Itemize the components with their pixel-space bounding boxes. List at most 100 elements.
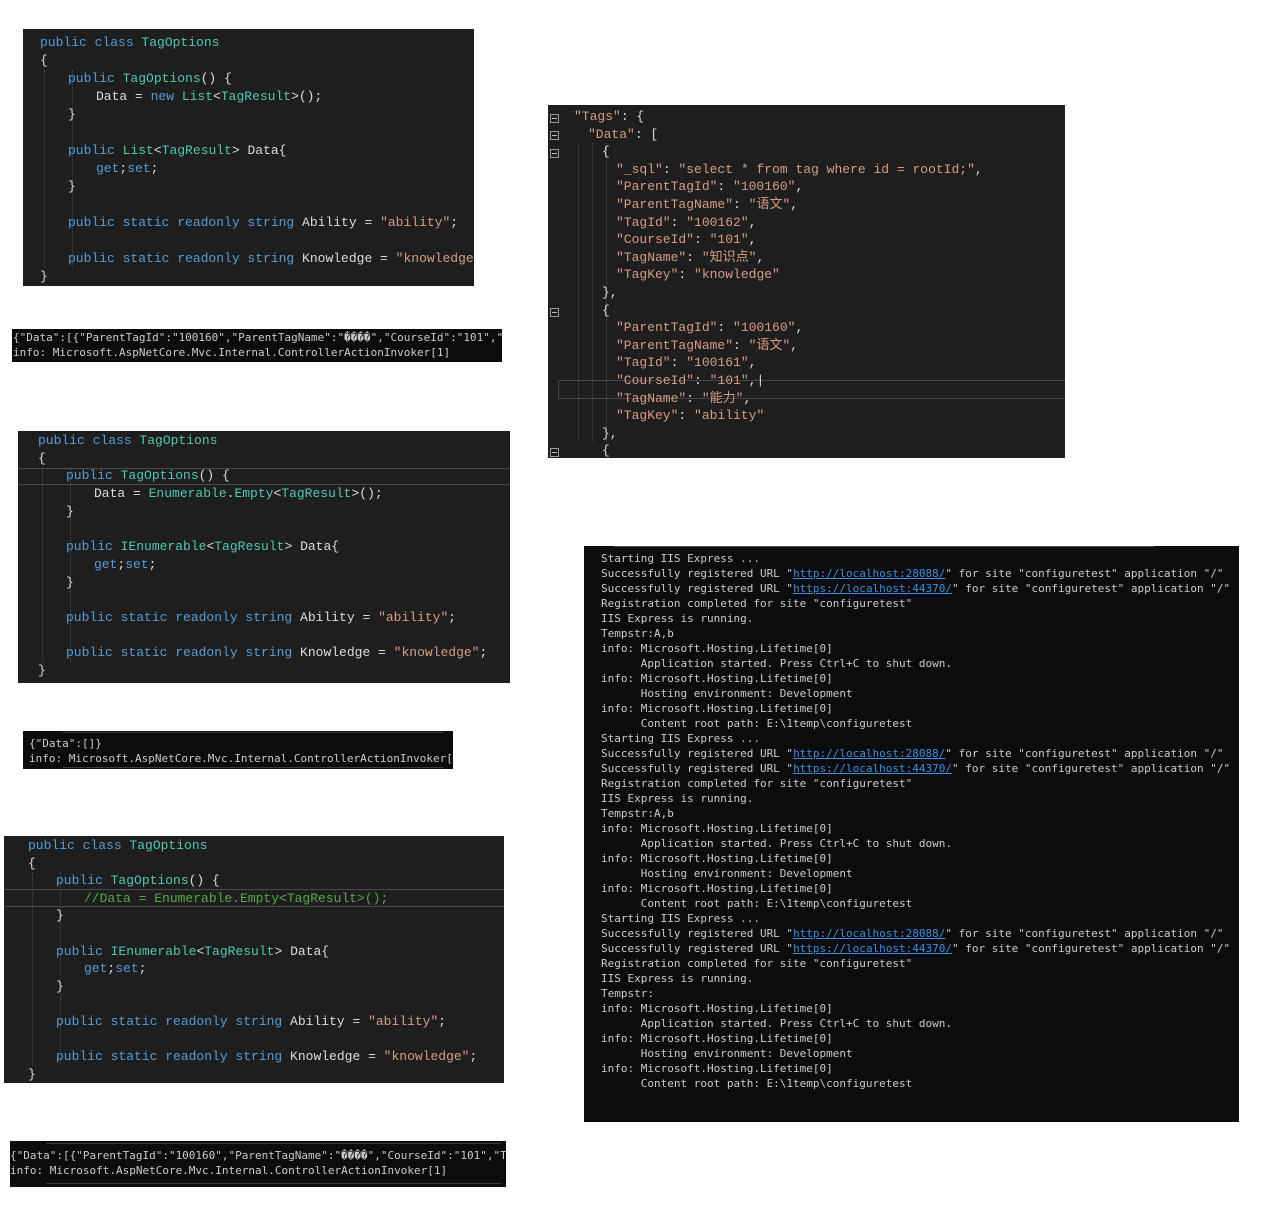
console-line: Hosting environment: Development bbox=[601, 866, 853, 881]
code-line: } bbox=[68, 178, 76, 196]
code-token: > Data{ bbox=[274, 943, 330, 959]
code-token: "能力" bbox=[701, 390, 744, 406]
console-text: Successfully registered URL " bbox=[601, 927, 794, 940]
code-line: Data = new List<TagResult>(); bbox=[96, 88, 322, 106]
code-token: TagOptions bbox=[129, 838, 208, 853]
partial-line-bottom bbox=[63, 767, 443, 768]
code-panel-list-version: public class TagOptions{public TagOption… bbox=[23, 29, 474, 286]
console-text: " for site "configuretest" application "… bbox=[945, 747, 1224, 760]
console-text: Starting IIS Express ... bbox=[601, 912, 760, 925]
code-line: public class TagOptions bbox=[38, 432, 217, 450]
console-line: Application started. Press Ctrl+C to shu… bbox=[601, 656, 952, 671]
code-token: Knowledge = bbox=[290, 1049, 384, 1065]
code-token: { bbox=[40, 53, 48, 68]
console-url-link[interactable]: https://localhost:44370/ bbox=[793, 762, 952, 775]
console-url-link[interactable]: https://localhost:44370/ bbox=[793, 942, 952, 955]
indent-guide bbox=[60, 872, 61, 1066]
console-text: Application started. Press Ctrl+C to shu… bbox=[601, 1017, 952, 1030]
code-token: get bbox=[84, 961, 108, 977]
code-token: > Data{ bbox=[284, 539, 340, 555]
console-text: Application started. Press Ctrl+C to shu… bbox=[601, 837, 952, 850]
fold-toggle-icon[interactable] bbox=[550, 114, 559, 123]
code-token: "TagName" bbox=[616, 390, 687, 406]
code-token: "知识点" bbox=[701, 249, 757, 265]
console-text: Application started. Press Ctrl+C to shu… bbox=[601, 657, 952, 670]
console-text: Content root path: E:\1temp\configuretes… bbox=[601, 1077, 913, 1090]
console-text: Successfully registered URL " bbox=[601, 762, 794, 775]
code-line: { bbox=[602, 143, 610, 161]
code-line: "TagId": "100161", bbox=[616, 354, 756, 372]
code-token: "CourseId" bbox=[616, 373, 695, 388]
code-line: "ParentTagId": "100160", bbox=[616, 178, 803, 196]
console-url-link[interactable]: http://localhost:28088/ bbox=[793, 747, 945, 760]
console-line: Content root path: E:\1temp\configuretes… bbox=[601, 1076, 913, 1091]
output-panel-list-version: {"Data":[{"ParentTagId":"100160","Parent… bbox=[12, 329, 502, 362]
partial-line-top bbox=[63, 732, 443, 733]
code-token: "TagName" bbox=[616, 249, 687, 265]
output-panel-enumerable-empty: {"Data":[]} info: Microsoft.AspNetCore.M… bbox=[23, 731, 453, 769]
code-token: : bbox=[694, 232, 710, 248]
console-line: IIS Express is running. bbox=[601, 611, 753, 626]
code-line: public static readonly string Knowledge … bbox=[66, 644, 487, 662]
code-token: }, bbox=[602, 285, 618, 300]
console-text: info: Microsoft.Hosting.Lifetime[0] bbox=[601, 852, 833, 865]
code-token: "ability" bbox=[694, 408, 765, 424]
fold-toggle-icon[interactable] bbox=[550, 308, 559, 317]
code-token: , bbox=[748, 355, 757, 371]
code-token: set bbox=[115, 961, 139, 977]
fold-toggle-icon[interactable] bbox=[550, 131, 559, 140]
console-text: Registration completed for site "configu… bbox=[601, 597, 913, 610]
code-token: : bbox=[733, 197, 749, 212]
console-url-link[interactable]: http://localhost:28088/ bbox=[793, 927, 945, 940]
code-token: "CourseId" bbox=[616, 232, 695, 248]
code-token: ,| bbox=[748, 373, 765, 388]
console-line: Registration completed for site "configu… bbox=[601, 776, 912, 791]
code-token: "knowledge" bbox=[393, 645, 480, 661]
output-panel-commented-out: {"Data":[{"ParentTagId":"100160","Parent… bbox=[10, 1141, 506, 1187]
console-line: IIS Express is running. bbox=[601, 791, 753, 806]
console-text: Successfully registered URL " bbox=[601, 942, 794, 955]
code-token: "ability" bbox=[368, 1014, 439, 1029]
console-text: Tempstr:A,b bbox=[601, 627, 674, 640]
console-text: info: Microsoft.Hosting.Lifetime[0] bbox=[601, 1032, 833, 1045]
console-text: info: Microsoft.Hosting.Lifetime[0] bbox=[601, 882, 833, 895]
code-line: get;set; bbox=[94, 556, 156, 574]
code-line: } bbox=[68, 106, 76, 124]
partial-line-top bbox=[614, 546, 1154, 547]
code-token: "_sql" bbox=[616, 161, 663, 177]
fold-toggle-icon[interactable] bbox=[550, 448, 559, 457]
fold-toggle-icon[interactable] bbox=[550, 149, 559, 158]
code-line: "Data": [ bbox=[588, 126, 658, 144]
code-token: } bbox=[28, 1066, 36, 1082]
console-line: Hosting environment: Development bbox=[601, 1046, 853, 1061]
console-line: Successfully registered URL "http://loca… bbox=[601, 926, 1224, 941]
code-panel-enumerable-empty: public class TagOptions{public TagOption… bbox=[18, 431, 510, 683]
code-token: "语文" bbox=[748, 197, 791, 212]
code-token: >(); bbox=[291, 89, 323, 104]
console-line: Successfully registered URL "https://loc… bbox=[601, 581, 1230, 596]
code-line: //Data = Enumerable.Empty<TagResult>(); bbox=[84, 890, 388, 908]
code-token: } bbox=[40, 269, 48, 284]
console-text: Tempstr: bbox=[601, 987, 654, 1000]
code-token: () { bbox=[198, 468, 230, 484]
console-line: IIS Express is running. bbox=[601, 971, 753, 986]
code-line: } bbox=[38, 662, 46, 680]
code-line: "TagKey": "knowledge" bbox=[616, 266, 780, 284]
code-line: get;set; bbox=[84, 960, 146, 978]
code-token: "knowledge" bbox=[694, 267, 780, 283]
code-token: { bbox=[602, 302, 610, 318]
console-url-link[interactable]: https://localhost:44370/ bbox=[793, 582, 952, 595]
code-token: Enumerable bbox=[148, 486, 227, 502]
console-line: Successfully registered URL "http://loca… bbox=[601, 566, 1224, 581]
code-token: "ability" bbox=[378, 610, 449, 625]
code-token: : bbox=[678, 267, 695, 283]
code-line: "ParentTagName": "语文", bbox=[616, 196, 798, 214]
code-token: Ability = bbox=[302, 215, 381, 230]
console-url-link[interactable]: http://localhost:28088/ bbox=[793, 567, 945, 580]
code-token: () { bbox=[200, 71, 232, 86]
code-token: { bbox=[602, 443, 610, 458]
console-line: Tempstr:A,b bbox=[601, 626, 674, 641]
code-token: ; bbox=[479, 645, 488, 661]
code-line: "TagName": "能力", bbox=[616, 390, 751, 408]
console-line: info: Microsoft.Hosting.Lifetime[0] bbox=[601, 671, 833, 686]
